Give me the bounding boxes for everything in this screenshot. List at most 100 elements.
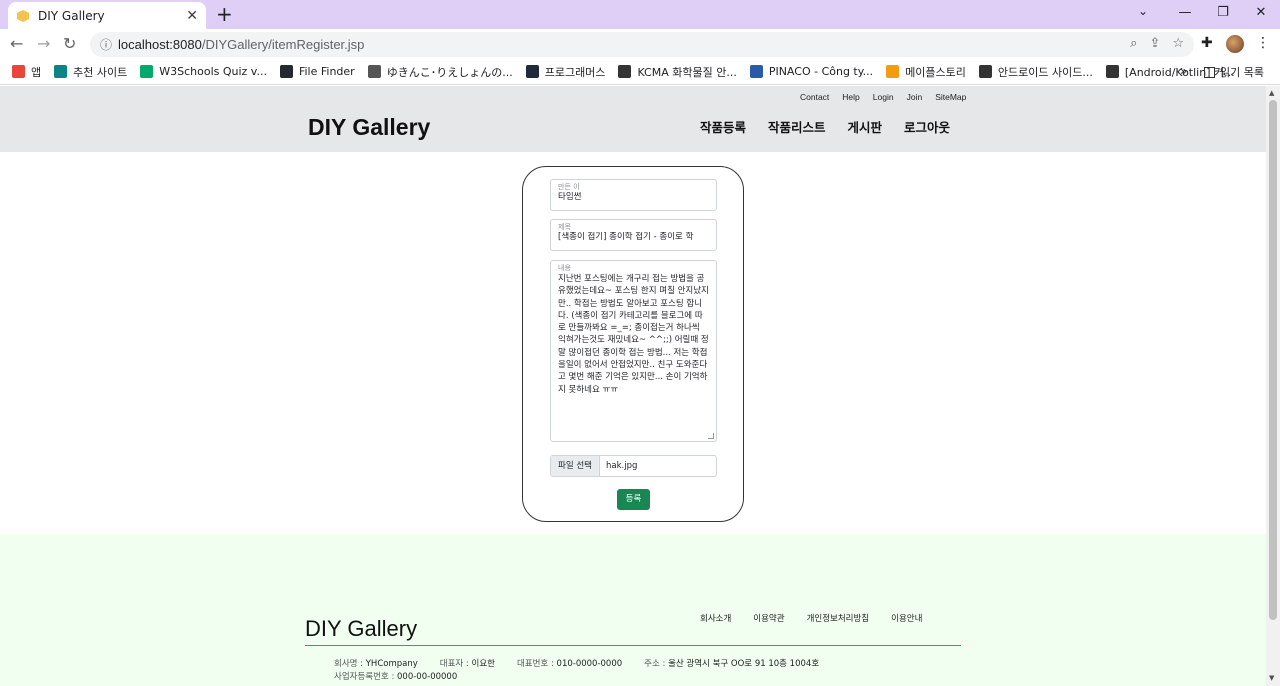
scroll-down-icon[interactable]: ▼ [1269, 674, 1274, 682]
file-name: hak.jpg [605, 461, 638, 471]
menu-icon[interactable]: ⋮ [1256, 35, 1270, 51]
site-header: Contact Help Login Join SiteMap DIY Gall… [0, 86, 1266, 152]
pinaco-icon [749, 65, 763, 78]
company-info: 회사명 : YHCompany 대표자 : 이요한 대표번호 : 010-000… [334, 658, 819, 684]
profile-avatar[interactable] [1226, 35, 1244, 53]
contact-link[interactable]: Contact [800, 92, 829, 102]
close-window-icon[interactable]: ✕ [1242, 0, 1280, 29]
footer-link-guide[interactable]: 이용안내 [891, 612, 922, 624]
bookmark-item[interactable]: ゆきんこ･りえしょんの... [367, 64, 513, 80]
title-label: 제목 [558, 223, 571, 231]
phone-number: 010-0000-0000 [556, 659, 623, 669]
bookmark-item[interactable]: KCMA 화학물질 안... [618, 64, 737, 80]
back-icon[interactable]: ← [10, 34, 23, 54]
bookmark-label: 추천 사이트 [73, 65, 128, 79]
browser-tabbar: DIY Gallery ✕ + ⌄ — ❐ ✕ [0, 0, 1280, 29]
minimize-icon[interactable]: — [1166, 0, 1204, 29]
reading-list-label: 읽기 목록 [1220, 66, 1264, 79]
dots-icon [1105, 65, 1119, 78]
page-scrollbar[interactable]: ▲ ▼ [1266, 86, 1280, 686]
bookmark-item[interactable]: 안드로이드 사이드... [978, 64, 1093, 80]
ceo-label: 대표자 : [439, 659, 469, 669]
item-register-form: 만든 이 타임썬 제목 [색종이 접기] 종이학 접기 - 종이로 학 내용 지… [522, 166, 744, 522]
maker-field[interactable]: 만든 이 타임썬 [550, 179, 717, 211]
bookmark-label: KCMA 화학물질 안... [637, 65, 737, 79]
bookmark-item[interactable]: 프로그래머스 [525, 64, 606, 80]
site-logo[interactable]: DIY Gallery [308, 114, 430, 141]
restore-icon[interactable]: ❐ [1204, 0, 1242, 29]
bookmark-label: W3Schools Quiz v... [159, 65, 267, 78]
footer-logo: DIY Gallery [305, 616, 418, 641]
github-icon [279, 65, 293, 78]
address-label: 주소 : [644, 659, 666, 669]
content-textarea[interactable]: 내용 지난번 포스팅에는 개구리 접는 방법을 공유했었는데요~ 포스팅 한지 … [550, 260, 717, 442]
extensions-icon[interactable]: ✚ [1201, 35, 1213, 51]
scroll-up-icon[interactable]: ▲ [1269, 89, 1274, 97]
content-label: 내용 [558, 264, 571, 272]
resize-handle-icon[interactable] [708, 433, 714, 439]
bookmarks-bar: 앱 추천 사이트 W3Schools Quiz v... File Finder ゆきん… [0, 59, 1280, 85]
company-name-label: 회사명 : [334, 659, 364, 669]
site-info-icon[interactable]: ⓘ [100, 36, 118, 53]
submit-button[interactable]: 등록 [617, 489, 650, 510]
title-value: [색종이 접기] 종이학 접기 - 종이로 학 [558, 232, 694, 242]
help-link[interactable]: Help [842, 92, 859, 102]
site-footer: DIY Gallery 회사소개 이용약관 개인정보처리방침 이용안내 회사명 … [0, 534, 1266, 686]
share-icon[interactable]: ⇪ [1149, 36, 1160, 51]
forward-icon[interactable]: → [37, 34, 50, 54]
zoom-icon[interactable]: ⌕ [1130, 36, 1137, 51]
bookmark-item[interactable]: File Finder [279, 65, 355, 78]
bizno-item: 사업자등록번호 : 000-00-00000 [334, 671, 457, 684]
phone-item: 대표번호 : 010-0000-0000 [517, 658, 622, 671]
nav-item-register[interactable]: 작품등록 [700, 117, 746, 136]
utility-links: Contact Help Login Join SiteMap [800, 92, 966, 102]
dots-icon [978, 65, 992, 78]
file-select-button[interactable]: 파일 선택 [551, 456, 600, 476]
footer-link-about[interactable]: 회사소개 [700, 612, 731, 624]
bookmark-item[interactable]: W3Schools Quiz v... [140, 65, 267, 78]
bookmark-item[interactable]: 앱 [12, 64, 41, 80]
address: 울산 광역시 북구 OO로 91 10층 1004호 [668, 659, 820, 669]
nav-item-list[interactable]: 작품리스트 [768, 117, 826, 136]
phone-label: 대표번호 : [516, 659, 554, 669]
login-link[interactable]: Login [873, 92, 894, 102]
new-tab-icon[interactable]: + [216, 4, 233, 24]
scrollbar-thumb[interactable] [1269, 100, 1277, 620]
close-tab-icon[interactable]: ✕ [186, 8, 198, 24]
omnibox[interactable]: ⓘ localhost:8080/DIYGallery/itemRegister… [90, 32, 1194, 57]
page-viewport: Contact Help Login Join SiteMap DIY Gall… [0, 86, 1266, 686]
title-field[interactable]: 제목 [색종이 접기] 종이학 접기 - 종이로 학 [550, 219, 717, 251]
url-host: localhost:8080 [118, 37, 202, 52]
globe-icon [618, 65, 632, 78]
bookmark-item[interactable]: 메이플스토리 [886, 64, 966, 80]
bookmarks-more-icon[interactable]: » [1180, 64, 1187, 78]
reading-list-icon [1204, 66, 1215, 78]
maker-label: 만든 이 [558, 183, 580, 191]
browser-tab[interactable]: DIY Gallery ✕ [8, 2, 206, 29]
footer-links: 회사소개 이용약관 개인정보처리방침 이용안내 [700, 612, 922, 624]
footer-link-privacy[interactable]: 개인정보처리방침 [807, 612, 870, 624]
apps-grid-icon [12, 65, 25, 78]
w3schools-icon [140, 65, 154, 78]
bookmark-label: File Finder [298, 65, 355, 78]
maker-value: 타임썬 [558, 192, 582, 202]
bookmark-label: 프로그래머스 [544, 65, 606, 79]
sitemap-link[interactable]: SiteMap [935, 92, 966, 102]
join-link[interactable]: Join [907, 92, 923, 102]
bookmark-label: ゆきんこ･りえしょんの... [386, 65, 513, 79]
bookmark-item[interactable]: PINACO - Công ty... [749, 65, 873, 78]
nav-item-logout[interactable]: 로그아웃 [904, 117, 950, 136]
footer-link-terms[interactable]: 이용약관 [753, 612, 784, 624]
address-bar-row: ← → ↻ ⓘ localhost:8080/DIYGallery/itemRe… [0, 29, 1280, 59]
omnibox-actions: ⌕ ⇪ ☆ [1130, 36, 1184, 51]
url-path: /DIYGallery/itemRegister.jsp [201, 37, 365, 52]
bookmark-item[interactable]: 추천 사이트 [54, 64, 127, 80]
reading-list[interactable]: 읽기 목록 [1204, 64, 1264, 80]
nav-item-board[interactable]: 게시판 [848, 117, 883, 136]
tab-search-icon[interactable]: ⌄ [1138, 4, 1148, 18]
bookmark-star-icon[interactable]: ☆ [1172, 36, 1184, 51]
file-input[interactable]: 파일 선택 hak.jpg [550, 455, 717, 477]
company-name-item: 회사명 : YHCompany [334, 658, 418, 671]
ceo-name: 이요한 [471, 659, 495, 669]
reload-icon[interactable]: ↻ [63, 34, 76, 54]
